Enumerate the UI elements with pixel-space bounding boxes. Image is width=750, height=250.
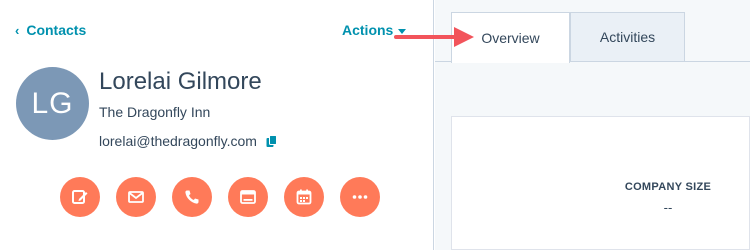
- meeting-icon: [296, 189, 312, 205]
- call-button[interactable]: [172, 177, 212, 217]
- avatar: LG: [16, 67, 89, 140]
- annotation-arrow-icon: [394, 27, 474, 47]
- email-icon: [128, 191, 144, 203]
- company-size-value: --: [663, 200, 673, 215]
- overview-card: COMPANY SIZE --: [451, 116, 750, 250]
- tab-overview-label: Overview: [481, 30, 540, 46]
- log-activity-icon: [240, 190, 256, 204]
- quick-actions-row: [60, 177, 380, 217]
- contact-company[interactable]: The Dragonfly Inn: [99, 104, 210, 120]
- company-size-label: COMPANY SIZE: [624, 181, 712, 193]
- log-activity-button[interactable]: [228, 177, 268, 217]
- contact-name: Lorelai Gilmore: [99, 68, 262, 95]
- actions-label: Actions: [342, 22, 394, 38]
- chevron-left-icon: ‹: [15, 22, 20, 38]
- tab-activities[interactable]: Activities: [570, 12, 685, 62]
- email-button[interactable]: [116, 177, 156, 217]
- back-link-label: Contacts: [26, 22, 87, 38]
- call-icon: [185, 190, 199, 204]
- copy-icon[interactable]: [266, 134, 278, 148]
- contact-email[interactable]: lorelai@thedragonfly.com: [99, 133, 257, 149]
- more-icon: [352, 195, 368, 199]
- avatar-initials: LG: [31, 86, 74, 120]
- note-button[interactable]: [60, 177, 100, 217]
- note-icon: [72, 190, 88, 204]
- tab-activities-label: Activities: [599, 29, 656, 45]
- email-row: lorelai@thedragonfly.com: [99, 133, 278, 149]
- contact-panel: ‹ Contacts Actions LG Lorelai Gilmore Th…: [0, 0, 434, 250]
- back-to-contacts-link[interactable]: ‹ Contacts: [15, 22, 86, 38]
- more-button[interactable]: [340, 177, 380, 217]
- meeting-button[interactable]: [284, 177, 324, 217]
